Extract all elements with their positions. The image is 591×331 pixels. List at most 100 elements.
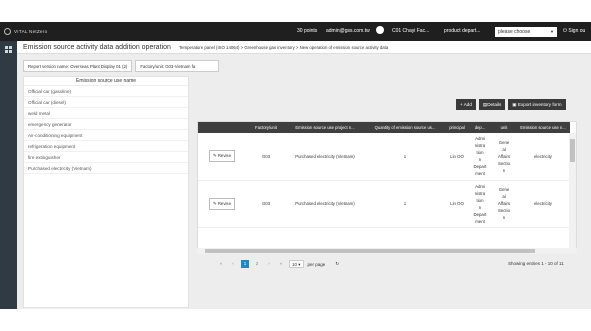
principal-cell: Lin OO (446, 133, 468, 181)
horizontal-scrollbar[interactable] (197, 248, 577, 254)
revise-button[interactable]: ✎ Revise (209, 197, 235, 210)
unit-text: n (502, 215, 506, 220)
list-item[interactable]: Official car (gasoline) (24, 86, 188, 97)
factory-unit-value: G03-Vietnam fa (165, 64, 196, 69)
page-size-select[interactable]: 10 ▾ (289, 260, 304, 268)
company-selector[interactable]: C01 Chayi Fac... (392, 28, 429, 34)
department-text: tion (476, 197, 484, 203)
export-inventory-button[interactable]: ▣ Export inventory form (508, 99, 566, 110)
chevron-down-icon: ▾ (298, 262, 301, 267)
logo-text: VITAL NetZero (14, 29, 48, 34)
entries-count: Showing entries 1 - 10 of 11 (508, 261, 564, 266)
title-bar: Emission source activity data addition o… (17, 41, 591, 54)
revise-label: Revise (217, 200, 231, 206)
factory-unit-filter[interactable]: Factory/unit: G03-Vietnam fa (135, 60, 220, 72)
app-window: VITAL NetZero 30 points admin@gss.com.tw… (0, 22, 591, 309)
chevron-down-icon: ▼ (550, 29, 554, 34)
column-header[interactable]: Factory/unit (246, 122, 286, 133)
department-text: Depart (473, 164, 487, 170)
filter-bar: Report version name: Overseas Plant Disp… (23, 60, 220, 72)
department-text: n (478, 157, 482, 163)
unit-text: Affairs (497, 153, 511, 159)
grid-menu-icon[interactable] (5, 46, 12, 53)
table-row: ✎ Revise G03 Purchased electricity (Viet… (198, 180, 570, 228)
data-table: Factory/unit Emission source use project… (198, 122, 570, 228)
department-text: ment (475, 171, 485, 177)
refresh-icon[interactable]: ↻ (335, 261, 339, 267)
department-selector[interactable]: product depart... (444, 28, 480, 34)
report-version-label: Report version name (28, 64, 68, 69)
scroll-thumb[interactable] (205, 249, 535, 253)
column-header[interactable]: dep... (468, 122, 492, 133)
department-text: n (478, 204, 482, 210)
prev-page-button[interactable]: ‹ (229, 260, 237, 268)
project-cell: Purchased electricity (Vietnam) (286, 133, 364, 181)
page-button[interactable]: 1 (241, 260, 249, 268)
factory-cell: G03 (246, 133, 286, 181)
action-buttons: + Add ▤Details ▣ Export inventory form (456, 99, 566, 110)
vertical-scrollbar[interactable] (569, 133, 576, 252)
column-header[interactable]: Quantity of emission source us... (364, 122, 446, 133)
emission-source-panel: Emission source use name Official car (g… (23, 76, 189, 308)
table-row: ✎ Revise G03 Purchased electricity (Viet… (198, 133, 570, 181)
add-button[interactable]: + Add (456, 99, 476, 110)
column-header[interactable]: principal (446, 122, 468, 133)
main-content: Emission source activity data addition o… (17, 41, 591, 309)
sign-out-button[interactable]: ⏻ Sign ou (563, 28, 585, 34)
report-version-value: Overseas Plant Display 01 (2) (70, 64, 128, 69)
report-version-filter[interactable]: Report version name: Overseas Plant Disp… (23, 60, 133, 72)
department-cell: Admi nistra tion n Depart ment (468, 133, 492, 181)
quantity-cell: 1 (364, 133, 446, 181)
unit-text: n (502, 167, 506, 173)
please-choose-select[interactable]: please choose ▼ (495, 27, 557, 37)
row-action-cell: ✎ Revise (198, 180, 246, 228)
unit-text: Gene (498, 187, 510, 192)
sign-out-label: Sign ou (568, 28, 586, 34)
list-item[interactable]: Purchased electricity (Vietnam) (24, 163, 188, 174)
department-cell: Admi nistra tion n Depart ment (468, 180, 492, 228)
first-page-button[interactable]: « (217, 260, 225, 268)
list-item[interactable]: refrigeration equipment (24, 141, 188, 152)
list-item[interactable]: weld metal (24, 108, 188, 119)
activity-data-table: Factory/unit Emission source use project… (197, 121, 577, 253)
user-avatar-icon[interactable] (376, 26, 384, 34)
column-header[interactable]: Emission source use project n... (286, 122, 364, 133)
next-page-button[interactable]: › (265, 260, 273, 268)
last-page-button[interactable]: » (277, 260, 285, 268)
list-item[interactable]: fire extinguisher (24, 152, 188, 163)
user-email: admin@gss.com.tw (326, 28, 370, 34)
revise-button[interactable]: ✎ Revise (209, 150, 235, 163)
department-text: nistra (474, 190, 486, 196)
details-button[interactable]: ▤Details (478, 99, 506, 110)
department-text: nistra (474, 143, 486, 149)
breadcrumb: Temperature panel (ISO 14064) > Greenhou… (179, 45, 389, 50)
scroll-thumb[interactable] (570, 139, 575, 162)
list-item[interactable]: Official car (diesel) (24, 97, 188, 108)
unit-text: Gene (498, 139, 510, 145)
use-name-cell: electricity (516, 133, 570, 181)
per-page-label: per page (307, 261, 326, 267)
revise-label: Revise (217, 153, 231, 159)
row-action-cell: ✎ Revise (198, 133, 246, 181)
unit-cell: Gene al Affairs Sectio n (492, 133, 516, 181)
department-text: ment (475, 218, 485, 224)
list-item[interactable]: emergency generator (24, 119, 188, 130)
unit-text: Sectio (498, 160, 510, 166)
column-header (198, 122, 246, 133)
export-label: Export inventory form (517, 102, 562, 107)
department-text: Admi (475, 136, 485, 142)
emission-source-panel-header: Emission source use name (24, 77, 188, 86)
page-button[interactable]: 2 (253, 260, 261, 268)
unit-text: Sectio (498, 208, 510, 213)
column-header[interactable]: Emission source use n... (516, 122, 570, 133)
factory-cell: G03 (246, 180, 286, 228)
unit-text: al (502, 194, 506, 199)
column-header[interactable]: unit (492, 122, 516, 133)
department-text: tion (476, 150, 484, 156)
top-bar: VITAL NetZero 30 points admin@gss.com.tw… (0, 22, 591, 41)
page-size-value: 10 (292, 262, 298, 267)
unit-text: Affairs (497, 201, 511, 206)
list-item[interactable]: Air-conditioning equipment (24, 130, 188, 141)
quantity-cell: 1 (364, 180, 446, 228)
table-header-row: Factory/unit Emission source use project… (198, 122, 570, 133)
